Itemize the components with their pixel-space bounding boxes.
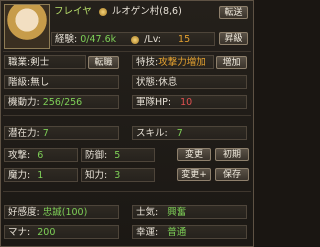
save-button[interactable]: 保存 [215, 168, 249, 181]
defense-field: 防御: 5 [81, 148, 155, 162]
state-label: 状態:休息 [136, 77, 178, 88]
job-change-button[interactable]: 転職 [88, 56, 119, 69]
attack-field: 攻撃: 6 [4, 148, 78, 162]
mobility-value: 256/256 [42, 97, 83, 108]
attack-value: 6 [37, 150, 44, 161]
mana-label: マナ: [8, 227, 31, 238]
exp-bar: 経験: 0/47.6k /Lv: 15 [51, 32, 215, 46]
mana-field: マナ: 200 [4, 225, 119, 239]
intel-field: 知力: 3 [81, 168, 155, 182]
morale-field: 士気: 興奮 [132, 205, 247, 219]
luck-label: 幸運: [136, 227, 159, 238]
rank-label: 階級:無し [8, 77, 50, 88]
favor-label: 好感度: [8, 207, 40, 218]
potential-field: 潜在力: 7 [4, 126, 119, 140]
defense-value: 5 [114, 150, 121, 161]
army-hp-label: 軍隊HP: [136, 97, 172, 108]
exp-value: 0/47.6k [80, 34, 117, 45]
skill-points-field: スキル: 7 [132, 126, 247, 140]
character-status-panel: フレイヤ ルオゲン村(8,6) 転送 経験: 0/47.6k /Lv: 15 昇… [0, 0, 254, 247]
favor-value: 忠誠(100) [42, 207, 88, 218]
skill-field: 特技:攻撃力増加 [132, 55, 214, 69]
lv-value: 15 [178, 34, 191, 45]
transfer-button[interactable]: 転送 [219, 6, 248, 19]
exp-label: 経験: [55, 34, 78, 45]
location-text: ルオゲン村(8,6) [111, 6, 182, 17]
skill-points-value: 7 [176, 128, 183, 139]
promote-button[interactable]: 昇級 [219, 32, 248, 45]
state-field: 状態:休息 [132, 75, 247, 89]
mana-value: 200 [37, 227, 56, 238]
name-location-row: フレイヤ ルオゲン村(8,6) [51, 5, 211, 19]
favor-field: 好感度: 忠誠(100) [4, 205, 119, 219]
magic-label: 魔力: [8, 170, 31, 181]
change-button[interactable]: 変更 [177, 148, 211, 161]
coin-icon [131, 35, 140, 44]
luck-field: 幸運: 普通 [132, 225, 247, 239]
init-button[interactable]: 初期 [215, 148, 249, 161]
job-field: 職業:剣士 [4, 55, 86, 69]
job-label: 職業:剣士 [8, 57, 50, 68]
divider [3, 115, 251, 116]
rank-field: 階級:無し [4, 75, 119, 89]
coin-icon [98, 7, 107, 16]
mobility-label: 機動力: [8, 97, 40, 108]
potential-label: 潜在力: [8, 128, 40, 139]
army-hp-value: 10 [180, 97, 193, 108]
defense-label: 防御: [85, 150, 108, 161]
character-name: フレイヤ [54, 6, 92, 17]
skill-value: 攻撃力増加 [158, 57, 206, 68]
mobility-field: 機動力: 256/256 [4, 95, 119, 109]
morale-value: 興奮 [167, 207, 187, 218]
potential-value: 7 [42, 128, 49, 139]
intel-value: 3 [114, 170, 121, 181]
morale-label: 士気: [136, 207, 159, 218]
magic-field: 魔力: 1 [4, 168, 78, 182]
skill-add-button[interactable]: 増加 [216, 56, 247, 69]
skill-points-label: スキル: [136, 128, 168, 139]
divider [3, 51, 251, 52]
change-plus-button[interactable]: 変更+ [177, 168, 211, 181]
skill-label: 特技: [136, 57, 159, 68]
attack-label: 攻撃: [8, 150, 31, 161]
magic-value: 1 [37, 170, 44, 181]
character-portrait [4, 4, 50, 49]
luck-value: 普通 [167, 227, 187, 238]
intel-label: 知力: [85, 170, 108, 181]
divider [3, 191, 251, 192]
lv-label: /Lv: [144, 34, 161, 45]
army-hp-field: 軍隊HP: 10 [132, 95, 247, 109]
